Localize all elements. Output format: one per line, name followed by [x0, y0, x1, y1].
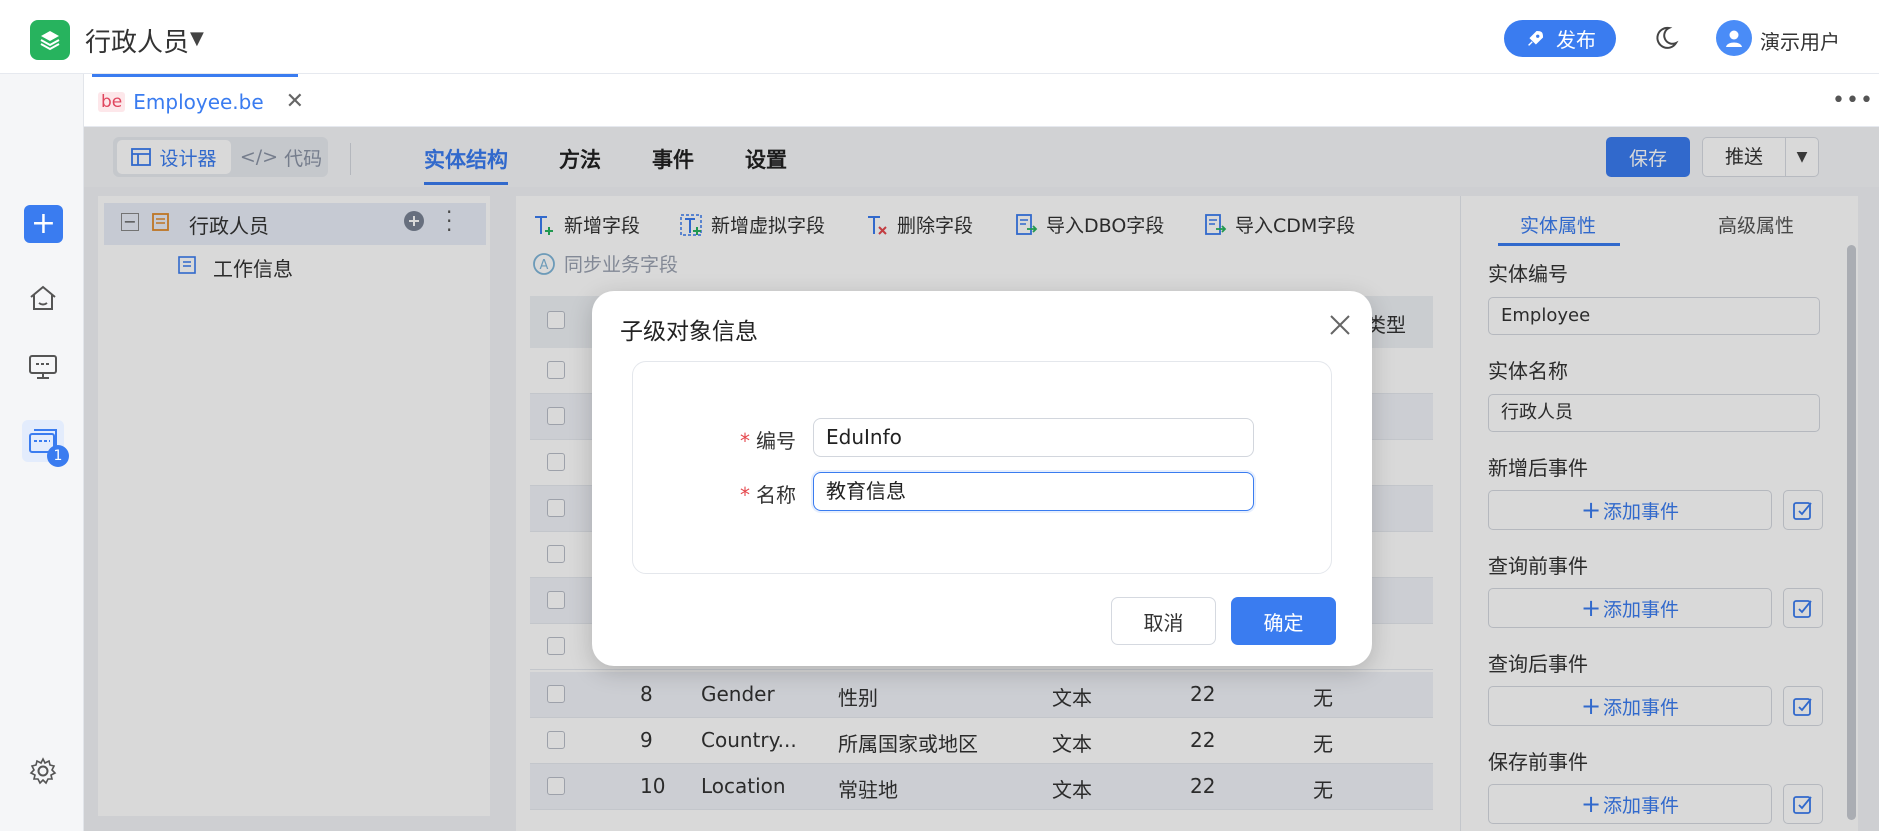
user-avatar[interactable]	[1716, 20, 1752, 56]
code-input[interactable]: EduInfo	[813, 418, 1254, 457]
app-logo-icon[interactable]	[30, 20, 70, 60]
home-icon[interactable]	[26, 283, 60, 317]
create-button[interactable]: +	[24, 205, 63, 243]
name-input[interactable]: 教育信息	[813, 472, 1254, 511]
dialog-title: 子级对象信息	[620, 319, 758, 345]
dialog-form	[632, 361, 1332, 574]
tabs-count-badge: 1	[47, 445, 69, 467]
close-tab-icon[interactable]: ✕	[286, 89, 304, 114]
user-name[interactable]: 演示用户	[1760, 26, 1840, 55]
rocket-icon	[1528, 30, 1544, 46]
theme-moon-icon[interactable]	[1652, 24, 1680, 56]
close-dialog-icon[interactable]	[1327, 312, 1353, 342]
publish-button[interactable]: 发布	[1504, 20, 1616, 57]
app-title[interactable]: 行政人员	[85, 22, 189, 59]
confirm-button[interactable]: 确定	[1231, 597, 1336, 645]
settings-gear-icon[interactable]	[28, 756, 58, 790]
publish-label: 发布	[1556, 28, 1596, 52]
cancel-button[interactable]: 取消	[1111, 597, 1216, 645]
file-tab-strip	[84, 74, 1879, 127]
app-switch-caret-icon[interactable]: ▼	[190, 28, 204, 49]
file-tab-employee[interactable]: be Employee.be ✕	[92, 74, 304, 126]
name-label: * 名称	[740, 483, 796, 507]
monitor-icon[interactable]	[26, 352, 60, 386]
code-label: * 编号	[740, 429, 796, 453]
file-type-badge: be	[98, 91, 126, 112]
more-options-icon[interactable]: •••	[1832, 88, 1874, 113]
file-tab-name: Employee.be	[133, 89, 264, 114]
